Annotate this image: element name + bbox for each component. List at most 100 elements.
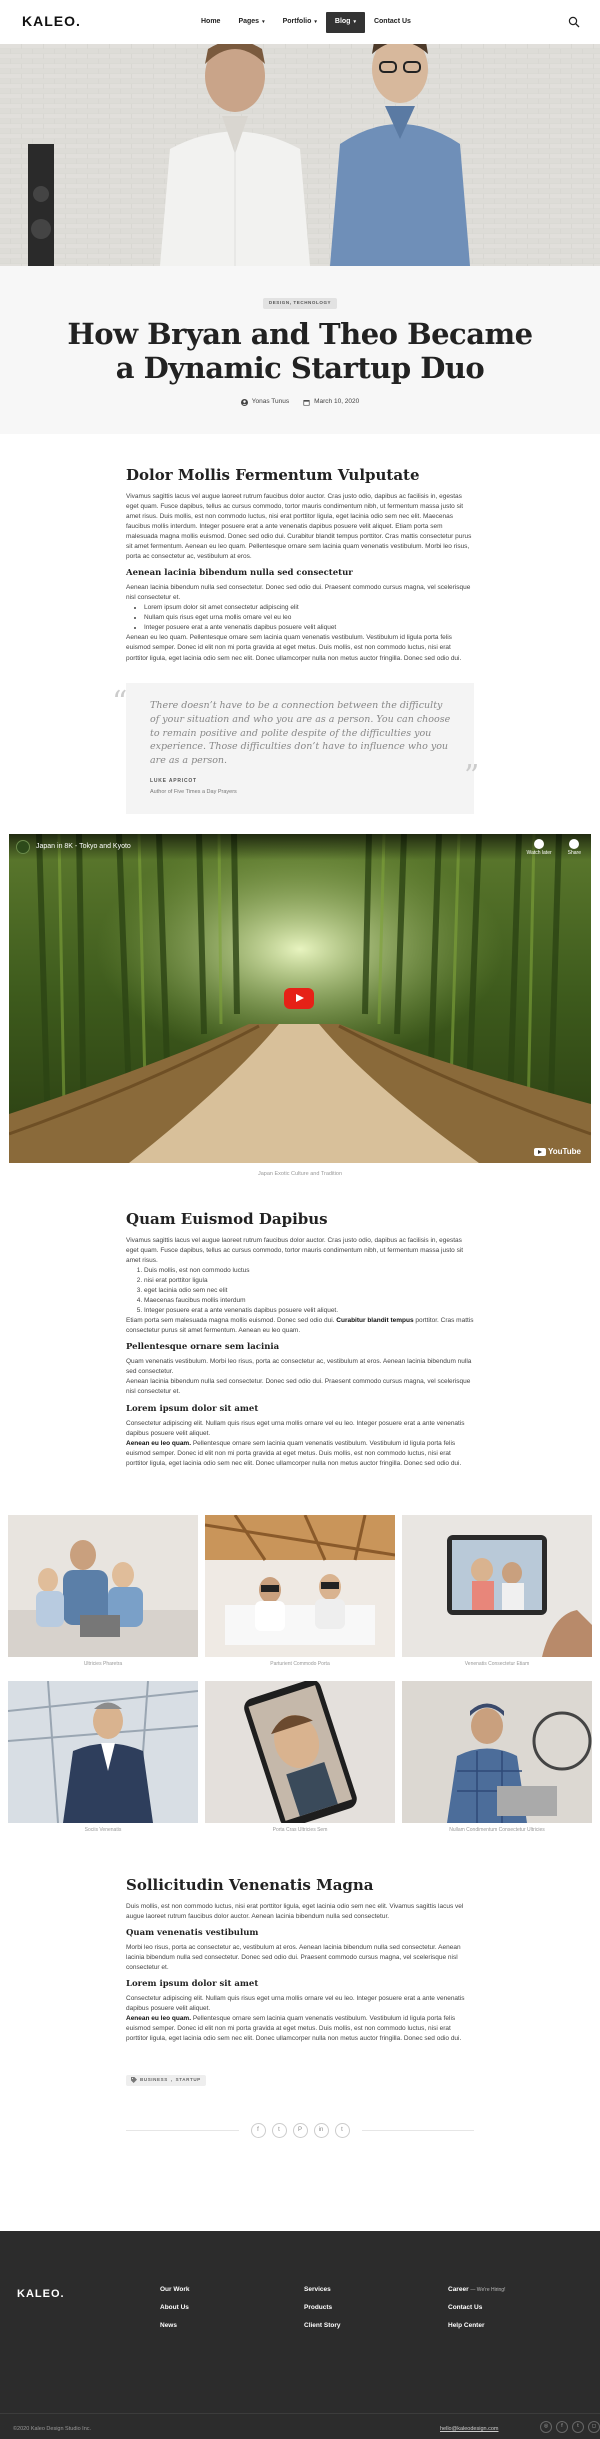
gallery-caption: Ultricies Pharetra bbox=[83, 1661, 123, 1667]
footer-column: Services Products Client Story bbox=[304, 2285, 340, 2339]
user-icon bbox=[240, 398, 248, 406]
paragraph: Vivamus sagittis lacus vel augue laoreet… bbox=[126, 492, 472, 560]
facebook-icon[interactable]: f bbox=[556, 2421, 568, 2433]
calendar-icon bbox=[303, 399, 310, 406]
footer-link[interactable]: Products bbox=[304, 2303, 340, 2313]
article-section-3: Sollicitudin Venenatis Magna Duis mollis… bbox=[126, 1876, 474, 2044]
share-buttons: f t P in t bbox=[239, 2123, 362, 2138]
post-date: March 10, 2020 bbox=[303, 397, 359, 407]
nav-portfolio-label: Portfolio bbox=[282, 18, 312, 25]
site-footer: KALEO. Our Work About Us News Services P… bbox=[0, 2231, 600, 2439]
divider bbox=[361, 2130, 474, 2131]
paragraph: Consectetur adipiscing elit. Nullam quis… bbox=[126, 1995, 465, 2013]
gallery-image[interactable] bbox=[8, 1515, 198, 1657]
footer-link-career[interactable]: Career — We're Hiring! bbox=[448, 2285, 505, 2295]
list-item: Integer posuere erat a ante venenatis da… bbox=[144, 1306, 474, 1316]
youtube-video-embed[interactable]: Japan in 8K - Tokyo and Kyoto Watch late… bbox=[9, 834, 591, 1163]
gallery-image[interactable] bbox=[8, 1681, 198, 1823]
footer-social: ◎ f t ◻ bbox=[540, 2421, 600, 2433]
gallery-image[interactable] bbox=[402, 1515, 592, 1657]
bold-text: Curabitur blandit tempus bbox=[336, 1317, 414, 1324]
twitter-icon[interactable]: t bbox=[271, 2123, 287, 2138]
instagram-icon[interactable]: ◻ bbox=[588, 2421, 600, 2433]
footer-email-link[interactable]: hello@kaleodesign.com bbox=[440, 2425, 498, 2434]
footer-logo[interactable]: KALEO. bbox=[17, 2286, 65, 2303]
paragraph: Quam venenatis vestibulum. Morbi leo ris… bbox=[126, 1358, 472, 1376]
linkedin-icon[interactable]: in bbox=[313, 2123, 329, 2138]
chevron-down-icon: ▾ bbox=[262, 18, 265, 25]
hiring-note: — We're Hiring! bbox=[470, 2287, 506, 2293]
video-title[interactable]: Japan in 8K - Tokyo and Kyoto bbox=[36, 842, 131, 853]
footer-column: Career — We're Hiring! Contact Us Help C… bbox=[448, 2285, 505, 2339]
footer-link[interactable]: Contact Us bbox=[448, 2303, 505, 2313]
video-call-photo bbox=[402, 1515, 592, 1657]
gallery-image[interactable] bbox=[205, 1515, 395, 1657]
gallery-image[interactable] bbox=[402, 1681, 592, 1823]
list-item: eget lacinia odio sem nec elit bbox=[144, 1286, 474, 1296]
tag-chip[interactable]: BUSINESS, STARTUP bbox=[126, 2075, 206, 2086]
paragraph: Aenean eu leo quam. Pellentesque ornare … bbox=[126, 2014, 474, 2044]
nav-portfolio[interactable]: Portfolio ▾ bbox=[274, 12, 326, 33]
video-controls: Watch later Share bbox=[527, 839, 581, 858]
search-icon[interactable] bbox=[568, 16, 580, 28]
gallery-image[interactable] bbox=[205, 1681, 395, 1823]
businessman-photo bbox=[8, 1681, 198, 1823]
list-item: Duis mollis, est non commodo luctus bbox=[144, 1266, 474, 1276]
nav-pages[interactable]: Pages ▾ bbox=[229, 12, 273, 33]
paragraph: Aenean lacinia bibendum nulla sed consec… bbox=[126, 1378, 471, 1396]
vr-office-photo bbox=[205, 1515, 395, 1657]
twitter-icon[interactable]: t bbox=[572, 2421, 584, 2433]
pinterest-icon[interactable]: P bbox=[292, 2123, 308, 2138]
post-meta: Yonas Tunus March 10, 2020 bbox=[0, 397, 600, 407]
chevron-down-icon: ▾ bbox=[314, 18, 317, 25]
site-logo[interactable]: KALEO. bbox=[22, 11, 81, 33]
tag-icon bbox=[131, 2077, 137, 2084]
gallery-caption: Parturient Commodo Porta bbox=[270, 1661, 330, 1667]
footer-link[interactable]: Help Center bbox=[448, 2321, 505, 2331]
article-section-2: Quam Euismod Dapibus Vivamus sagittis la… bbox=[126, 1210, 474, 1469]
share-button[interactable]: Share bbox=[568, 839, 581, 858]
tag-separator: , bbox=[170, 2077, 173, 2082]
post-header: DESIGN, TECHNOLOGY How Bryan and Theo Be… bbox=[0, 266, 600, 434]
video-caption: Japan Exotic Culture and Tradition bbox=[257, 1171, 343, 1177]
post-tags: BUSINESS, STARTUP bbox=[126, 2075, 206, 2086]
open-quote-icon: “ bbox=[112, 685, 128, 720]
nav-home[interactable]: Home bbox=[192, 12, 229, 33]
footer-column: Our Work About Us News bbox=[160, 2285, 190, 2339]
category-badge[interactable]: DESIGN, TECHNOLOGY bbox=[262, 298, 338, 309]
quote-author: LUKE APRICOT bbox=[150, 777, 197, 784]
paragraph: Etiam porta sem malesuada magna mollis e… bbox=[126, 1316, 474, 1336]
nav-contact[interactable]: Contact Us bbox=[365, 12, 420, 33]
paragraph: Consectetur adipiscing elit. Nullam quis… bbox=[126, 1419, 465, 1437]
blockquote: There doesn’t have to be a connection be… bbox=[126, 683, 474, 815]
quote-author-role: Author of Five Times a Day Prayers bbox=[150, 788, 237, 795]
footer-link[interactable]: News bbox=[160, 2321, 190, 2331]
subheading: Aenean lacinia bibendum nulla sed consec… bbox=[126, 567, 353, 578]
footer-link[interactable]: Services bbox=[304, 2285, 340, 2295]
dribbble-icon[interactable]: ◎ bbox=[540, 2421, 552, 2433]
footer-link[interactable]: Client Story bbox=[304, 2321, 340, 2331]
post-author[interactable]: Yonas Tunus bbox=[240, 397, 289, 407]
nav-contact-label: Contact Us bbox=[373, 18, 411, 25]
tumblr-icon[interactable]: t bbox=[334, 2123, 350, 2138]
tag-label: STARTUP bbox=[175, 2077, 201, 2082]
main-nav: Home Pages ▾ Portfolio ▾ Blog ▾ Contact Us bbox=[192, 12, 420, 33]
gallery-caption: Nullam Condimentum Consectetur Ultricies bbox=[449, 1827, 545, 1833]
youtube-logo[interactable]: YouTube bbox=[533, 1146, 581, 1158]
clock-icon bbox=[534, 839, 545, 849]
section-heading: Dolor Mollis Fermentum Vulputate bbox=[126, 466, 420, 484]
footer-link[interactable]: About Us bbox=[160, 2303, 190, 2313]
play-button[interactable] bbox=[284, 988, 314, 1009]
paragraph: Aenean eu leo quam. Pellentesque ornare … bbox=[126, 634, 462, 662]
paragraph: Vivamus sagittis lacus vel augue laoreet… bbox=[126, 1236, 464, 1264]
section-heading: Quam Euismod Dapibus bbox=[126, 1210, 328, 1228]
facebook-icon[interactable]: f bbox=[250, 2123, 266, 2138]
family-photo bbox=[8, 1515, 198, 1657]
footer-link[interactable]: Our Work bbox=[160, 2285, 190, 2295]
article-section-1: Dolor Mollis Fermentum Vulputate Vivamus… bbox=[126, 466, 474, 664]
list-item: Nullam quis risus eget urna mollis ornar… bbox=[144, 613, 474, 623]
subheading: Quam venenatis vestibulum bbox=[126, 1927, 259, 1938]
nav-blog[interactable]: Blog ▾ bbox=[325, 12, 365, 33]
channel-avatar[interactable] bbox=[16, 840, 30, 854]
watch-later-button[interactable]: Watch later bbox=[527, 839, 552, 858]
